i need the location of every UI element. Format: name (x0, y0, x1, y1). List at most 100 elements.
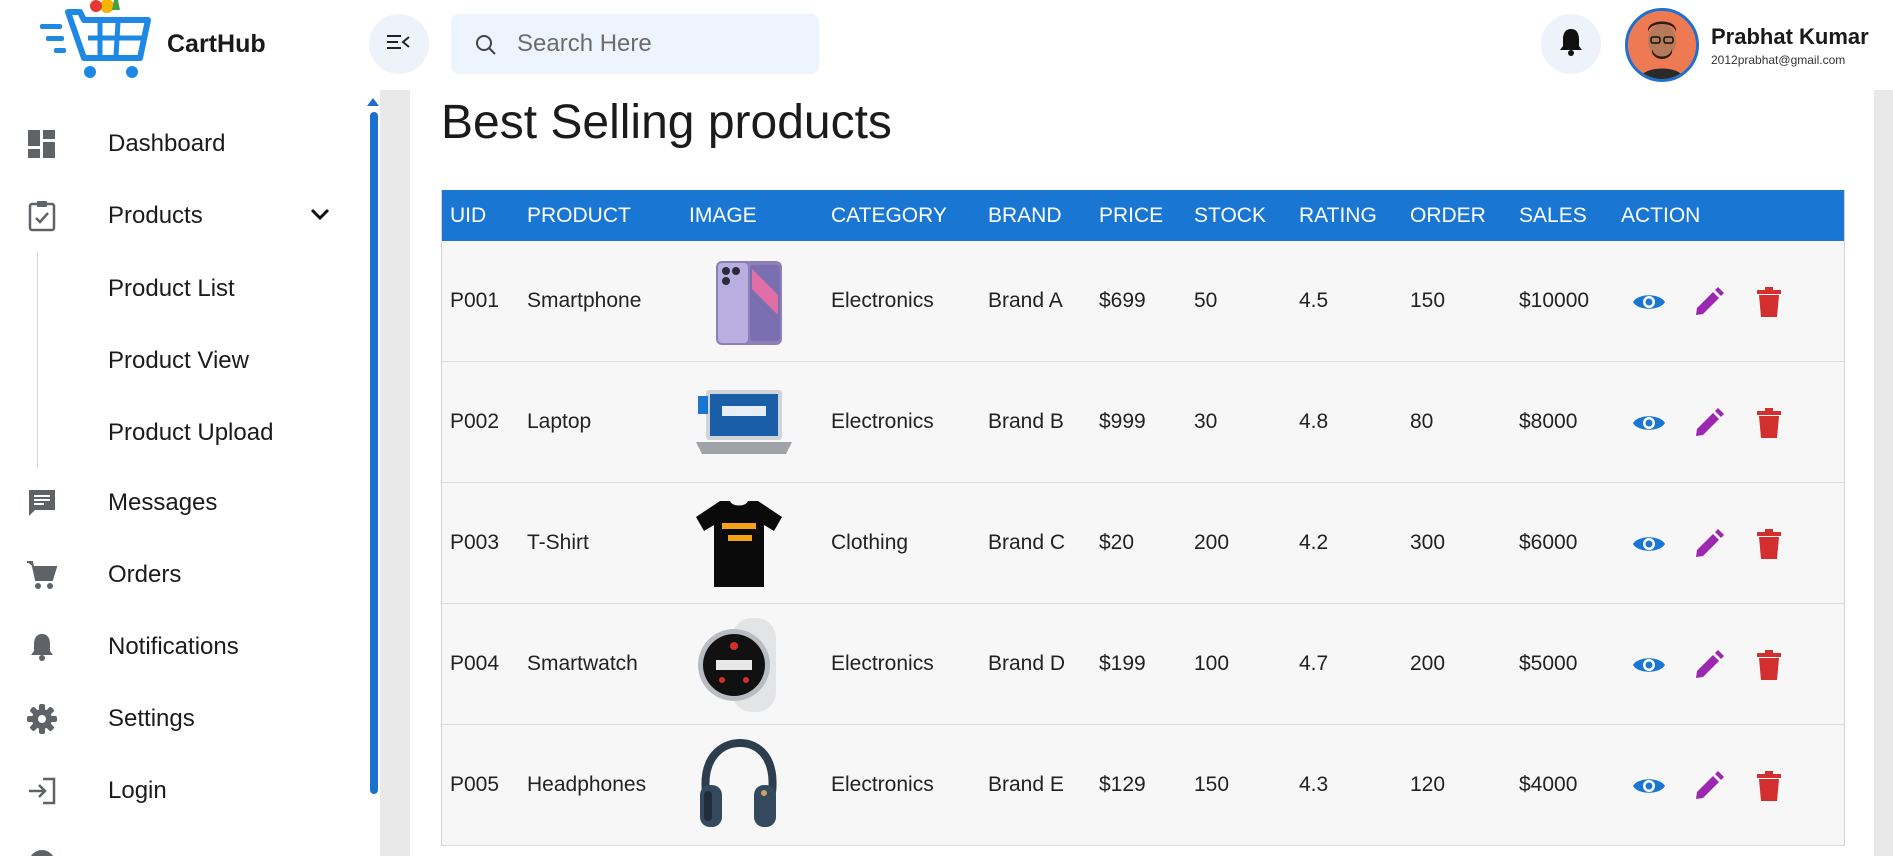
sidebar-item-products[interactable]: Products (0, 186, 366, 246)
view-button[interactable] (1632, 406, 1666, 440)
pencil-icon (1696, 408, 1724, 436)
carthub-logo[interactable] (40, 0, 160, 90)
sidebar: Dashboard Products Product List Product … (0, 90, 366, 856)
cell-product: Smartwatch (527, 652, 638, 675)
column-header-price[interactable]: PRICE (1099, 204, 1163, 228)
column-header-order[interactable]: ORDER (1410, 204, 1486, 228)
view-button[interactable] (1632, 285, 1666, 319)
column-header-rating[interactable]: RATING (1299, 204, 1377, 228)
cell-price: $999 (1099, 410, 1146, 433)
trash-icon (1757, 408, 1781, 438)
view-button[interactable] (1632, 769, 1666, 803)
trash-icon (1757, 529, 1781, 559)
gear-icon (25, 702, 59, 736)
pencil-icon (1696, 650, 1724, 678)
message-icon (25, 486, 59, 520)
page-scrollbar[interactable] (1874, 90, 1893, 856)
cell-rating: 4.5 (1299, 289, 1329, 312)
sidebar-item-orders[interactable]: Orders (0, 545, 366, 605)
menu-collapse-icon (387, 33, 411, 56)
edit-button[interactable] (1692, 406, 1726, 440)
sidebar-item-messages[interactable]: Messages (0, 473, 366, 533)
sidebar-item-settings[interactable]: Settings (0, 689, 366, 749)
cell-order: 120 (1410, 773, 1446, 796)
edit-button[interactable] (1692, 648, 1726, 682)
edit-button[interactable] (1692, 285, 1726, 319)
chevron-down-icon[interactable] (310, 207, 330, 226)
user-email: 2012prabhat@gmail.com (1711, 53, 1846, 67)
cell-uid: P004 (450, 652, 500, 675)
column-header-action: ACTION (1621, 204, 1701, 227)
sidebar-item-partial[interactable] (0, 833, 366, 856)
cell-order: 300 (1410, 531, 1446, 554)
table-row: P002 Laptop Electronics Brand B $999 30 … (442, 362, 1844, 483)
headphones-image (692, 738, 786, 833)
table-row: P003 T-Shirt Clothing Brand C $20 200 4.… (442, 483, 1844, 604)
eye-icon (1633, 295, 1665, 309)
cell-brand: Brand C (988, 531, 1066, 554)
sidebar-subitem-product-upload[interactable]: Product Upload (108, 419, 273, 447)
column-header-category[interactable]: CATEGORY (831, 204, 947, 228)
cell-order: 200 (1410, 652, 1446, 675)
view-button[interactable] (1632, 648, 1666, 682)
pencil-icon (1696, 771, 1724, 799)
delete-button[interactable] (1752, 527, 1786, 561)
table-header: UID PRODUCT IMAGE CATEGORY BRAND PRICE S… (442, 190, 1844, 241)
sidebar-item-label: Orders (108, 561, 182, 588)
sidebar-scrollbar-thumb[interactable] (370, 112, 378, 794)
table-row: P004 Smartwatch Electronics Brand D $199… (442, 604, 1844, 725)
column-header-brand[interactable]: BRAND (988, 204, 1062, 228)
sidebar-item-label: Notifications (108, 633, 239, 660)
view-button[interactable] (1632, 527, 1666, 561)
edit-button[interactable] (1692, 769, 1726, 803)
cell-price: $129 (1099, 773, 1146, 796)
eye-icon (1633, 658, 1665, 672)
pencil-icon (1696, 287, 1724, 315)
cell-uid: P003 (450, 531, 500, 554)
sidebar-item-label: Settings (108, 705, 195, 732)
smartwatch-image (692, 618, 786, 712)
bell-icon (25, 630, 59, 664)
delete-button[interactable] (1752, 769, 1786, 803)
cell-product: Laptop (527, 410, 592, 433)
eye-icon (1633, 537, 1665, 551)
sidebar-item-login[interactable]: Login (0, 761, 366, 821)
sidebar-item-notifications[interactable]: Notifications (0, 617, 366, 677)
cell-brand: Brand E (988, 773, 1064, 796)
search-icon (475, 34, 497, 61)
sidebar-item-label: Login (108, 777, 167, 804)
sidebar-subitem-product-view[interactable]: Product View (108, 347, 249, 375)
column-header-product[interactable]: PRODUCT (527, 204, 631, 228)
user-name: Prabhat Kumar (1711, 24, 1869, 49)
cell-sales: $5000 (1519, 652, 1578, 675)
cell-rating: 4.3 (1299, 773, 1329, 796)
cell-sales: $10000 (1519, 289, 1590, 312)
scroll-up-arrow-icon[interactable] (367, 98, 379, 106)
column-header-stock[interactable]: STOCK (1194, 204, 1266, 228)
cell-rating: 4.7 (1299, 652, 1329, 675)
search-input[interactable] (517, 14, 807, 74)
delete-button[interactable] (1752, 648, 1786, 682)
sidebar-toggle-button[interactable] (369, 14, 429, 74)
table-row: P001 Smartphone Electronics Brand A $699… (442, 241, 1844, 362)
sidebar-subitem-product-list[interactable]: Product List (108, 275, 235, 303)
column-header-uid[interactable]: UID (450, 204, 486, 228)
cell-price: $699 (1099, 289, 1146, 312)
sidebar-item-dashboard[interactable]: Dashboard (0, 114, 366, 174)
delete-button[interactable] (1752, 406, 1786, 440)
login-icon (25, 774, 59, 808)
edit-button[interactable] (1692, 527, 1726, 561)
delete-button[interactable] (1752, 285, 1786, 319)
column-header-sales[interactable]: SALES (1519, 204, 1587, 228)
cell-stock: 150 (1194, 773, 1230, 796)
top-header: CartHub Search Here Prabhat Kumar 2012pr… (0, 0, 1893, 90)
cart-icon (25, 558, 59, 592)
cell-category: Electronics (831, 652, 934, 675)
cell-product: Smartphone (527, 289, 642, 312)
sidebar-item-label: Messages (108, 489, 218, 516)
notifications-button[interactable] (1541, 14, 1601, 74)
avatar[interactable] (1625, 8, 1699, 82)
cell-brand: Brand D (988, 652, 1066, 675)
cell-category: Clothing (831, 531, 909, 554)
column-header-image[interactable]: IMAGE (689, 204, 757, 228)
